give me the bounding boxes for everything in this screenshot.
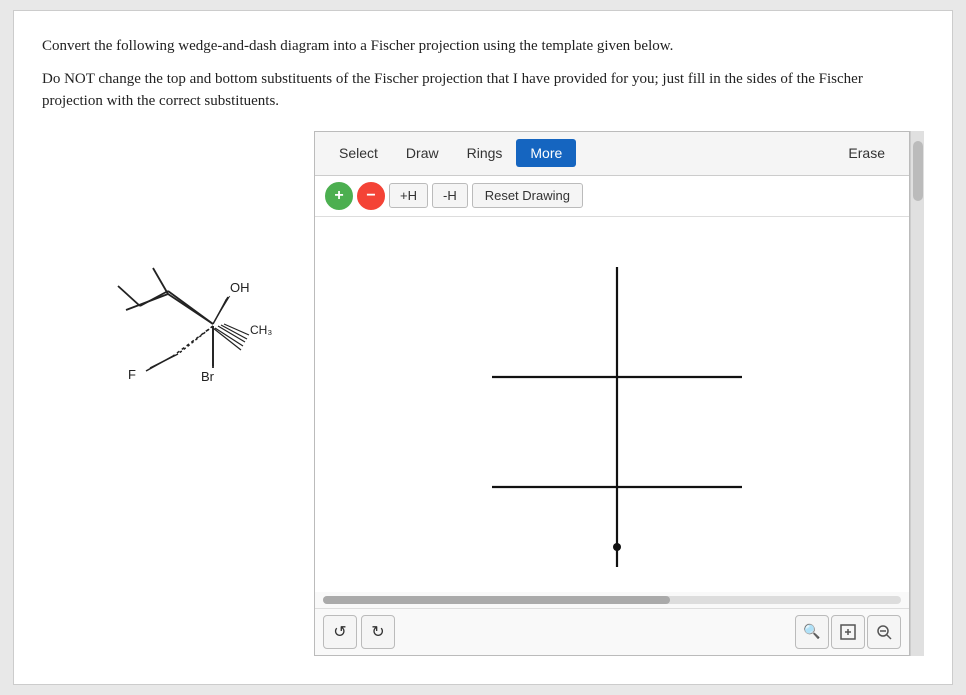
oh-label: OH	[230, 280, 250, 295]
sub-toolbar: + − +H -H Reset Drawing	[315, 176, 909, 217]
bottom-right-buttons: 🔍	[795, 615, 901, 649]
zoom-fit-button[interactable]	[831, 615, 865, 649]
select-button[interactable]: Select	[325, 139, 392, 167]
remove-h-button[interactable]: -H	[432, 183, 468, 208]
fischer-projection-svg	[315, 217, 909, 587]
plus-charge-button[interactable]: +	[325, 182, 353, 210]
add-h-button[interactable]: +H	[389, 183, 428, 208]
zoom-out-icon	[875, 623, 893, 641]
instruction-line2: Do NOT change the top and bottom substit…	[42, 68, 924, 113]
redo-icon: ↻	[371, 622, 384, 642]
bottom-bar: ↺ ↻ 🔍	[315, 608, 909, 655]
undo-button[interactable]: ↺	[323, 615, 357, 649]
draw-button[interactable]: Draw	[392, 139, 453, 167]
zoom-in-icon: 🔍	[803, 623, 820, 640]
content-area: OH CH₃ F Br	[42, 131, 924, 656]
molecule-area: OH CH₃ F Br	[42, 131, 314, 451]
rings-button[interactable]: Rings	[453, 139, 517, 167]
molecule-diagram: OH CH₃ F Br	[68, 206, 288, 406]
drawing-tool: Select Draw Rings More Erase + − +H	[314, 131, 910, 656]
scroll-bar-container[interactable]	[315, 592, 909, 608]
erase-button[interactable]: Erase	[834, 139, 899, 167]
undo-icon: ↺	[333, 622, 346, 642]
main-toolbar: Select Draw Rings More Erase	[315, 132, 909, 176]
scroll-bar-track	[323, 596, 901, 604]
canvas-area[interactable]	[315, 217, 909, 592]
br-label: Br	[201, 369, 215, 384]
instructions: Convert the following wedge-and-dash dia…	[42, 35, 924, 113]
redo-button[interactable]: ↻	[361, 615, 395, 649]
bottom-left-buttons: ↺ ↻	[323, 615, 395, 649]
drawing-tool-wrapper: Select Draw Rings More Erase + − +H	[314, 131, 924, 656]
page-container: Convert the following wedge-and-dash dia…	[13, 10, 953, 685]
zoom-out-button[interactable]	[867, 615, 901, 649]
more-button[interactable]: More	[516, 139, 576, 167]
minus-charge-button[interactable]: −	[357, 182, 385, 210]
reset-drawing-button[interactable]: Reset Drawing	[472, 183, 583, 208]
instruction-line1: Convert the following wedge-and-dash dia…	[42, 35, 924, 58]
zoom-fit-icon	[839, 623, 857, 641]
zoom-in-button[interactable]: 🔍	[795, 615, 829, 649]
ch3-label: CH₃	[250, 323, 272, 337]
f-label: F	[128, 367, 136, 382]
vertical-scrollbar[interactable]	[910, 131, 924, 656]
scrollbar-thumb	[913, 141, 923, 201]
scroll-bar-thumb	[323, 596, 670, 604]
